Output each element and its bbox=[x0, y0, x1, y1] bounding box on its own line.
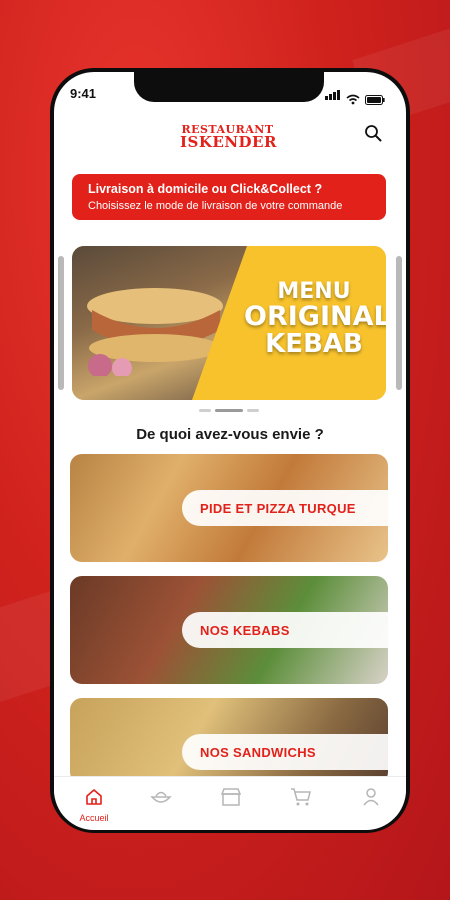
carousel-next-peek bbox=[396, 256, 402, 390]
cart-icon bbox=[291, 788, 311, 806]
category-label: NOS KEBABS bbox=[200, 623, 290, 638]
logo-line-2: ISKENDER bbox=[180, 133, 277, 151]
category-label-pill: NOS SANDWICHS bbox=[182, 734, 388, 770]
restaurant-logo[interactable]: RESTAURANT ISKENDER bbox=[180, 124, 277, 151]
category-card-kebabs[interactable]: NOS KEBABS bbox=[70, 576, 388, 684]
phone-notch bbox=[134, 72, 324, 102]
home-icon bbox=[86, 789, 102, 805]
tab-home-label: Accueil bbox=[79, 813, 109, 823]
battery-icon bbox=[365, 95, 385, 105]
banner-subtitle: Choisissez le mode de livraison de votre… bbox=[88, 200, 343, 212]
hero-line-2: ORIGINAL bbox=[244, 301, 386, 333]
store-icon bbox=[220, 788, 242, 806]
carousel-dot-active[interactable] bbox=[215, 409, 243, 412]
tab-cart[interactable] bbox=[281, 787, 321, 812]
user-icon bbox=[363, 788, 379, 806]
wifi-icon bbox=[346, 94, 360, 105]
tab-account[interactable] bbox=[351, 787, 391, 812]
signal-icon bbox=[325, 87, 341, 105]
category-label: PIDE ET PIZZA TURQUE bbox=[200, 501, 356, 516]
food-bowl-icon bbox=[150, 791, 172, 803]
tab-home[interactable]: Accueil bbox=[74, 787, 114, 823]
carousel-dot[interactable] bbox=[199, 409, 211, 412]
carousel-dot[interactable] bbox=[247, 409, 259, 412]
banner-title: Livraison à domicile ou Click&Collect ? bbox=[88, 182, 323, 196]
status-icons bbox=[325, 87, 385, 105]
search-icon[interactable] bbox=[364, 124, 382, 142]
hero-line-3: KEBAB bbox=[265, 329, 363, 360]
hero-line-1: MENU bbox=[277, 279, 351, 304]
category-label-pill: NOS KEBABS bbox=[182, 612, 388, 648]
promo-carousel-slide[interactable]: MENU ORIGINAL KEBAB bbox=[72, 246, 386, 400]
category-label: NOS SANDWICHS bbox=[200, 745, 316, 760]
bottom-tab-bar: Accueil bbox=[54, 776, 406, 830]
delivery-mode-banner[interactable]: Livraison à domicile ou Click&Collect ? … bbox=[72, 174, 386, 220]
section-title: De quoi avez-vous envie ? bbox=[136, 426, 324, 443]
carousel-indicator bbox=[199, 409, 259, 412]
category-card-pide[interactable]: PIDE ET PIZZA TURQUE bbox=[70, 454, 388, 562]
category-label-pill: PIDE ET PIZZA TURQUE bbox=[182, 490, 388, 526]
category-card-sandwichs[interactable]: NOS SANDWICHS bbox=[70, 698, 388, 784]
tab-store[interactable] bbox=[211, 787, 251, 812]
tab-orders[interactable] bbox=[141, 787, 181, 812]
status-time: 9:41 bbox=[70, 86, 97, 101]
hero-title: MENU ORIGINAL KEBAB bbox=[244, 279, 386, 360]
carousel-prev-peek bbox=[58, 256, 64, 390]
